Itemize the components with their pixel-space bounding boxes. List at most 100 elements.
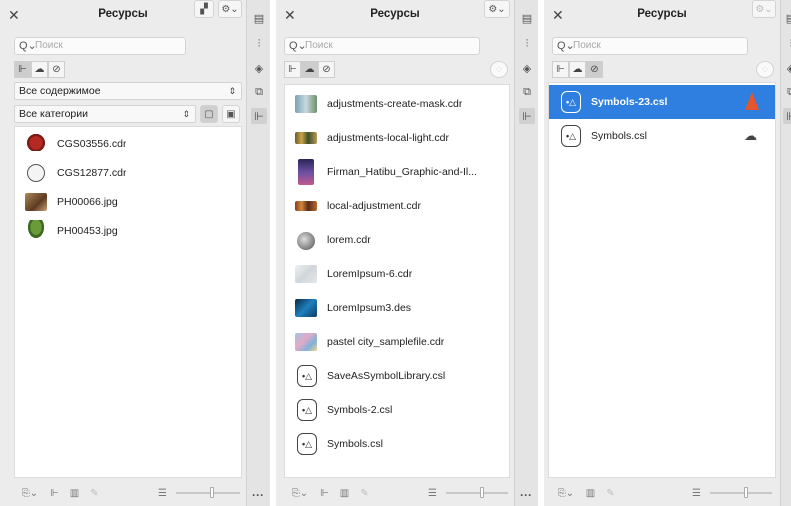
settings-button[interactable]: ⚙⌄ xyxy=(218,0,242,18)
image-thumbnail xyxy=(295,201,317,211)
zoom-slider[interactable] xyxy=(176,492,240,494)
content-filter-dropdown[interactable]: Все содержимое ⇕ xyxy=(14,82,242,100)
objects-icon[interactable]: ⧉ xyxy=(251,84,267,100)
list-item-label: lorem.cdr xyxy=(327,234,371,246)
search-input[interactable]: Q⌄ Поиск xyxy=(284,37,480,55)
list-item-label: Symbols.csl xyxy=(327,438,384,450)
list-item-label: PH00066.jpg xyxy=(57,196,118,208)
settings-button[interactable]: ⚙⌄ xyxy=(752,0,776,18)
align-icon[interactable]: ⫶ xyxy=(519,36,535,52)
symbol-library-icon: •△ xyxy=(297,433,317,455)
search-input[interactable]: Q⌄ Поиск xyxy=(552,37,748,55)
panel-titlebar: ✕ Ресурсы xyxy=(276,6,514,26)
list-item-label: Firman_Hatibu_Graphic-and-Il... xyxy=(327,166,477,178)
view-large-button[interactable]: ▢ xyxy=(200,105,218,123)
cloud-icon: ☁ xyxy=(304,64,315,75)
import-icon[interactable]: ⎘⌄ xyxy=(288,485,312,501)
folder-icon[interactable]: ⊩ xyxy=(316,485,333,501)
symbol-library-icon: •△ xyxy=(297,399,317,421)
list-item[interactable]: •△ Symbols-2.csl xyxy=(285,393,509,427)
tab-cloud[interactable]: ☁ xyxy=(301,61,318,78)
layers-icon[interactable]: ◈ xyxy=(251,60,267,76)
list-item-selected[interactable]: •△ Symbols-23.csl xyxy=(549,85,775,119)
assets-panel-3: ✕ Ресурсы Q⌄ Поиск ⚙⌄ ⊩ ☁ ⊘ ◌ •△ Symbols… xyxy=(544,0,780,506)
refresh-icon: ◌ xyxy=(762,64,768,75)
list-item[interactable]: adjustments-create-mask.cdr xyxy=(285,87,509,121)
import-icon[interactable]: ⎘⌄ xyxy=(554,485,578,501)
zoom-slider[interactable] xyxy=(446,492,508,494)
trash-icon[interactable]: ▤ xyxy=(251,10,267,26)
asset-list: •△ Symbols-23.csl •△ Symbols.csl ☁ xyxy=(548,82,776,478)
add-category-icon[interactable]: ▥ xyxy=(336,485,353,501)
assets-docker-icon[interactable]: ⊩ xyxy=(519,108,535,124)
list-item[interactable]: •△ SaveAsSymbolLibrary.csl xyxy=(285,359,509,393)
list-item[interactable]: pastel city_samplefile.cdr xyxy=(285,325,509,359)
docker-tabs-strip: ▤ ⫶ ◈ ⧉ ⊩ ··· xyxy=(246,0,270,506)
source-tabs: ⊩ ☁ ⊘ xyxy=(14,61,65,78)
list-item[interactable]: lorem.cdr xyxy=(285,223,509,257)
image-thumbnail xyxy=(295,132,317,144)
list-view-icon[interactable]: ☰ xyxy=(424,485,441,501)
zoom-slider[interactable] xyxy=(710,492,772,494)
new-library-button[interactable]: ▗▘ xyxy=(194,0,214,18)
objects-icon[interactable]: ⧉ xyxy=(783,84,791,100)
link-icon: ⊘ xyxy=(52,64,61,75)
list-item-label: Symbols-2.csl xyxy=(327,404,393,416)
layers-icon[interactable]: ◈ xyxy=(783,60,791,76)
trash-icon[interactable]: ▤ xyxy=(519,10,535,26)
add-category-icon[interactable]: ▥ xyxy=(582,485,599,501)
search-input[interactable]: Q⌄ Поиск xyxy=(14,37,186,55)
list-item[interactable]: •△ Symbols.csl xyxy=(285,427,509,461)
refresh-icon: ◌ xyxy=(496,64,502,75)
category-filter-dropdown[interactable]: Все категории ⇕ xyxy=(14,105,196,123)
list-item-label: SaveAsSymbolLibrary.csl xyxy=(327,370,446,382)
list-item[interactable]: LoremIpsum-6.cdr xyxy=(285,257,509,291)
list-item-label: LoremIpsum3.des xyxy=(327,302,412,314)
tab-cloud[interactable]: ☁ xyxy=(569,61,586,78)
pencil-icon[interactable]: ✎ xyxy=(602,485,619,501)
objects-icon[interactable]: ⧉ xyxy=(519,84,535,100)
import-icon[interactable]: ⎘⌄ xyxy=(18,485,42,501)
tab-links[interactable]: ⊘ xyxy=(48,61,65,78)
symbol-library-icon: •△ xyxy=(561,125,581,147)
category-filter-value: Все категории xyxy=(19,108,88,120)
list-item-label: PH00453.jpg xyxy=(57,225,118,237)
list-item[interactable]: PH00453.jpg xyxy=(15,214,241,248)
align-icon[interactable]: ⫶ xyxy=(251,36,267,52)
more-icon[interactable]: ··· xyxy=(252,488,264,502)
align-icon[interactable]: ⫶ xyxy=(783,36,791,52)
assets-docker-icon[interactable]: ⊩ xyxy=(783,108,791,124)
zoom-slider-knob[interactable] xyxy=(210,487,214,498)
list-item[interactable]: Firman_Hatibu_Graphic-and-Il... xyxy=(285,155,509,189)
pencil-icon[interactable]: ✎ xyxy=(356,485,373,501)
tab-local[interactable]: ⊩ xyxy=(552,61,569,78)
list-item[interactable]: LoremIpsum3.des xyxy=(285,291,509,325)
list-item[interactable]: •△ Symbols.csl ☁ xyxy=(549,119,775,153)
list-item[interactable]: adjustments-local-light.cdr xyxy=(285,121,509,155)
tab-links[interactable]: ⊘ xyxy=(318,61,335,78)
layers-icon[interactable]: ◈ xyxy=(519,60,535,76)
view-details-button[interactable]: ▣ xyxy=(222,105,240,123)
list-item-label: adjustments-create-mask.cdr xyxy=(327,98,463,110)
docker-tabs-strip: ▤ ⫶ ◈ ⧉ ⊩ ··· xyxy=(514,0,538,506)
tab-local[interactable]: ⊩ xyxy=(14,61,31,78)
trash-icon[interactable]: ▤ xyxy=(783,10,791,26)
add-category-icon[interactable]: ▥ xyxy=(66,485,83,501)
assets-docker-icon[interactable]: ⊩ xyxy=(251,108,267,124)
more-icon[interactable]: ··· xyxy=(520,488,532,502)
pencil-icon[interactable]: ✎ xyxy=(86,485,103,501)
sync-button[interactable]: ◌ xyxy=(756,61,774,78)
list-view-icon[interactable]: ☰ xyxy=(154,485,171,501)
list-item-label: LoremIpsum-6.cdr xyxy=(327,268,413,280)
tab-links[interactable]: ⊘ xyxy=(586,61,603,78)
settings-button[interactable]: ⚙⌄ xyxy=(484,0,510,18)
tab-local[interactable]: ⊩ xyxy=(284,61,301,78)
folder-icon[interactable]: ⊩ xyxy=(46,485,63,501)
sync-button[interactable]: ◌ xyxy=(490,61,508,78)
assets-panel-2: ✕ Ресурсы Q⌄ Поиск ⚙⌄ ⊩ ☁ ⊘ ◌ adjustment… xyxy=(276,0,514,506)
list-item[interactable]: local-adjustment.cdr xyxy=(285,189,509,223)
list-view-icon[interactable]: ☰ xyxy=(688,485,705,501)
zoom-slider-knob[interactable] xyxy=(480,487,484,498)
zoom-slider-knob[interactable] xyxy=(744,487,748,498)
tab-cloud[interactable]: ☁ xyxy=(31,61,48,78)
